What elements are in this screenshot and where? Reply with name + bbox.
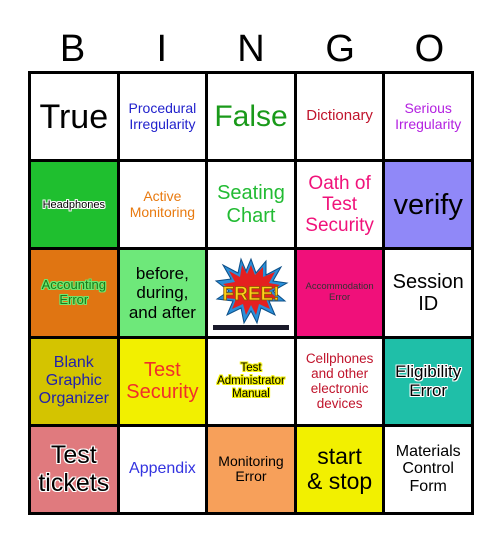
- cell-label: Active Monitoring: [129, 188, 196, 220]
- cell-label: Session ID: [392, 270, 464, 315]
- cell-label: Accommodation Error: [305, 281, 374, 303]
- header-letter-g: G: [325, 28, 355, 70]
- header-letter-o: O: [414, 28, 445, 70]
- bingo-cell[interactable]: Appendix: [119, 426, 206, 512]
- bingo-cell[interactable]: Materials Control Form: [385, 426, 471, 512]
- cell-label: Eligibility Error: [395, 362, 462, 401]
- bingo-cell[interactable]: Headphones: [31, 162, 117, 248]
- bingo-cell[interactable]: Seating Chart: [208, 162, 294, 248]
- bingo-cell[interactable]: Dictionary: [296, 74, 383, 160]
- free-space-image: FREE!: [210, 252, 291, 333]
- free-text: FREE!: [222, 284, 279, 305]
- cell-label: verify: [393, 188, 463, 221]
- cell-label: Test Administrator Manual: [217, 361, 285, 400]
- cell-label: Test tickets: [38, 441, 110, 498]
- cell-label: Headphones: [42, 198, 105, 211]
- cell-label: Test Security: [126, 358, 199, 404]
- bingo-cell[interactable]: verify: [385, 162, 471, 248]
- bingo-cell[interactable]: Test Administrator Manual: [208, 338, 294, 424]
- header-letter-n: N: [237, 28, 265, 70]
- header-letter-b: B: [59, 28, 86, 70]
- cell-label: Accounting Error: [41, 277, 106, 307]
- bingo-cell[interactable]: False: [208, 74, 294, 160]
- bingo-cell[interactable]: Test tickets: [31, 426, 117, 512]
- bingo-cell[interactable]: Cellphones and other electronic devices: [296, 338, 383, 424]
- cell-label: Cellphones and other electronic devices: [305, 350, 374, 412]
- bingo-cell[interactable]: Accounting Error: [31, 250, 117, 336]
- cell-label: Serious Irregularity: [395, 99, 462, 132]
- bingo-cell[interactable]: start & stop: [296, 426, 383, 512]
- cell-label: Appendix: [129, 460, 196, 478]
- free-space[interactable]: FREE!: [208, 250, 294, 336]
- bingo-cell[interactable]: Eligibility Error: [385, 338, 471, 424]
- bingo-board: True Procedural Irregularity False Dicti…: [28, 71, 474, 515]
- cell-label: Oath of Test Security: [305, 172, 374, 237]
- cell-label: start & stop: [306, 442, 373, 495]
- bingo-cell[interactable]: Serious Irregularity: [385, 74, 471, 160]
- bingo-cell[interactable]: Session ID: [385, 250, 471, 336]
- bingo-cell[interactable]: Accommodation Error: [296, 250, 383, 336]
- cell-label: Seating Chart: [217, 182, 285, 227]
- cell-label: Materials Control Form: [395, 442, 461, 496]
- bingo-header: B I N G O: [28, 28, 474, 70]
- cell-label: Blank Graphic Organizer: [38, 354, 109, 408]
- free-burst-icon: FREE!: [212, 257, 289, 330]
- cell-label: True: [39, 97, 109, 136]
- image-caption-bar: [212, 324, 289, 330]
- cell-label: Monitoring Error: [218, 452, 284, 485]
- bingo-cell[interactable]: True: [31, 74, 117, 160]
- bingo-cell[interactable]: Monitoring Error: [208, 426, 294, 512]
- bingo-cell[interactable]: before, during, and after: [119, 250, 206, 336]
- cell-label: False: [214, 99, 288, 133]
- bingo-cell[interactable]: Oath of Test Security: [296, 162, 383, 248]
- cell-label: before, during, and after: [128, 264, 196, 322]
- bingo-cell[interactable]: Active Monitoring: [119, 162, 206, 248]
- bingo-cell[interactable]: Test Security: [119, 338, 206, 424]
- cell-label: Dictionary: [306, 107, 373, 125]
- bingo-cell[interactable]: Procedural Irregularity: [119, 74, 206, 160]
- bingo-cell[interactable]: Blank Graphic Organizer: [31, 338, 117, 424]
- header-letter-i: I: [156, 28, 168, 70]
- cell-label: Procedural Irregularity: [128, 99, 197, 132]
